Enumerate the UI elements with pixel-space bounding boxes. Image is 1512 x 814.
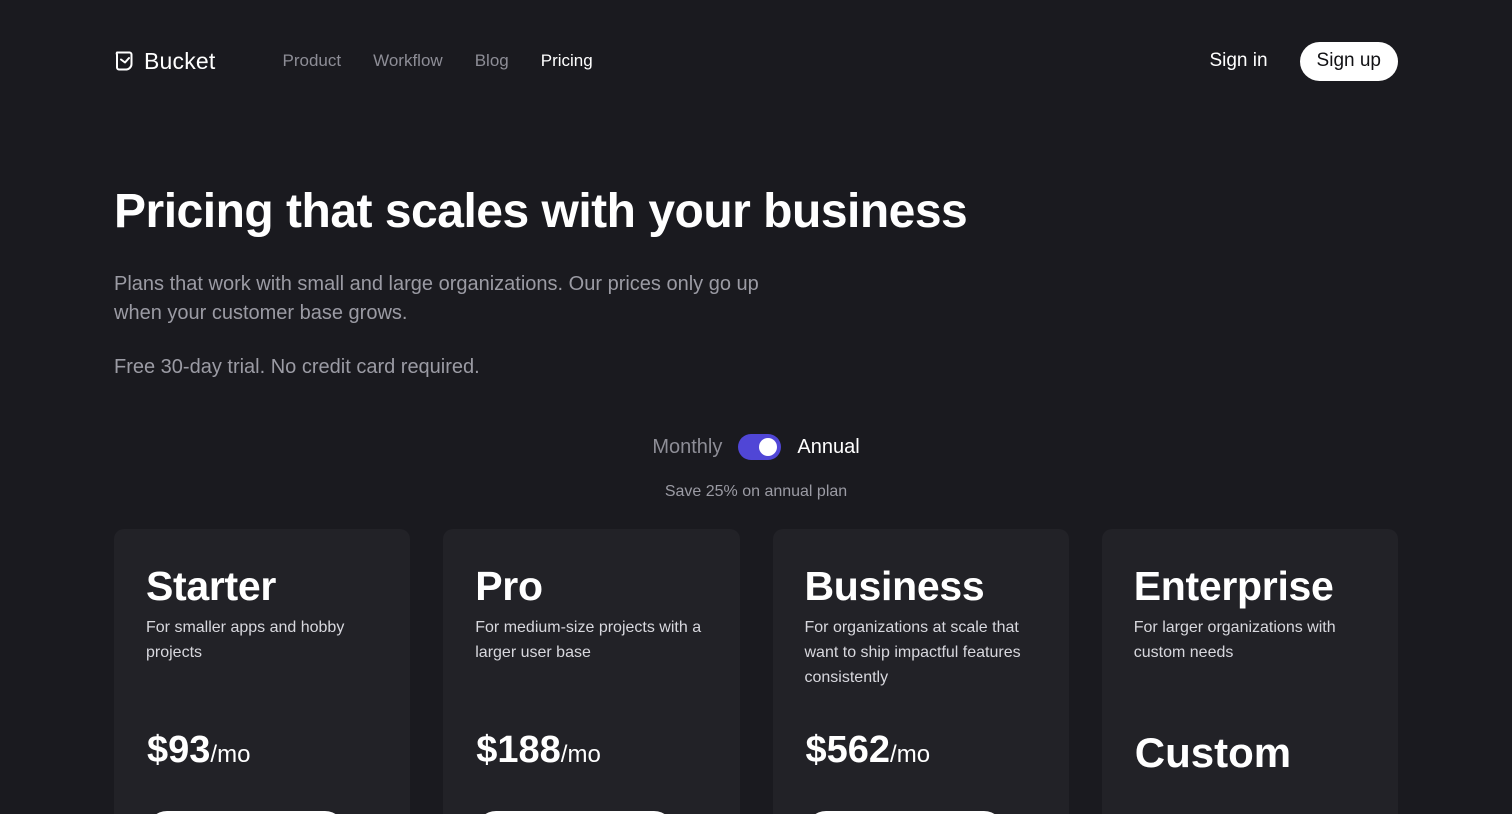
nav-link-workflow[interactable]: Workflow (373, 51, 443, 71)
hero-subtitle: Plans that work with small and large org… (114, 273, 759, 324)
plan-price: Custom (1135, 729, 1291, 777)
price-amount: $188 (476, 729, 561, 771)
plan-name: Business (804, 563, 985, 609)
plans-grid: Starter For smaller apps and hobby proje… (114, 529, 1398, 814)
sign-in-link[interactable]: Sign in (1209, 50, 1267, 72)
billing-toggle[interactable] (738, 434, 782, 460)
plan-description: For smaller apps and hobby projects (146, 619, 345, 661)
plan-name: Enterprise (1133, 563, 1334, 609)
bucket-logo-icon (114, 50, 134, 72)
plan-description: For medium-size projects with a larger u… (475, 619, 702, 661)
plan-card-business: Business For organizations at scale that… (772, 529, 1069, 814)
nav-auth: Sign in Sign up (1209, 41, 1398, 81)
plan-description: For organizations at scale that want to … (804, 619, 1021, 686)
nav-link-pricing[interactable]: Pricing (541, 51, 593, 71)
plan-price: $93 /mo (147, 729, 250, 772)
price-unit: /mo (890, 741, 931, 768)
plan-price: $562 /mo (806, 729, 931, 772)
toggle-knob (759, 438, 778, 456)
nav-links: Product Workflow Blog Pricing (283, 51, 593, 71)
monthly-label[interactable]: Monthly (652, 436, 722, 459)
top-nav: Bucket Product Workflow Blog Pricing Sig… (114, 40, 1398, 82)
price-amount: $562 (805, 729, 891, 771)
price-amount: Custom (1134, 729, 1292, 776)
save-note: Save 25% on annual plan (664, 483, 848, 500)
billing-toggle-group: Monthly Annual (0, 434, 1512, 460)
plan-card-pro: Pro For medium-size projects with a larg… (443, 529, 740, 814)
pricing-page: Bucket Product Workflow Blog Pricing Sig… (0, 0, 1512, 814)
plan-price: $188 /mo (476, 729, 601, 772)
plan-card-enterprise: Enterprise For larger organizations with… (1101, 529, 1398, 814)
price-amount: $93 (147, 729, 211, 771)
brand-logo[interactable]: Bucket (114, 48, 216, 75)
plan-card-starter: Starter For smaller apps and hobby proje… (114, 529, 411, 814)
nav-link-product[interactable]: Product (283, 51, 342, 71)
plan-name: Pro (475, 563, 543, 609)
annual-label[interactable]: Annual (797, 436, 859, 459)
plan-name: Starter (146, 563, 277, 609)
price-unit: /mo (210, 741, 251, 768)
plan-description: For larger organizations with custom nee… (1133, 619, 1336, 661)
nav-link-blog[interactable]: Blog (475, 51, 509, 71)
brand-name: Bucket (144, 47, 216, 74)
page-title: Pricing that scales with your business (114, 185, 968, 238)
price-unit: /mo (560, 741, 601, 768)
sign-up-button[interactable]: Sign up (1299, 41, 1398, 81)
trial-note: Free 30-day trial. No credit card requir… (114, 356, 480, 378)
